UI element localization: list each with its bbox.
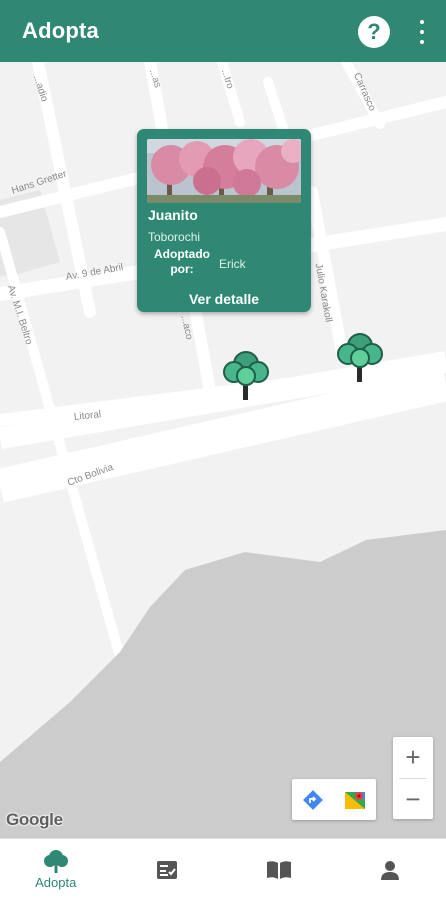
open-in-maps-button[interactable]	[334, 779, 376, 820]
help-button[interactable]: ?	[358, 16, 390, 48]
tree-marker-icon	[337, 333, 383, 382]
checklist-icon	[157, 860, 178, 879]
more-vert-icon	[420, 20, 424, 24]
tree-species: Toborochi	[148, 230, 201, 244]
tree-icon	[43, 850, 68, 873]
tree-info-card[interactable]: Juanito Toborochi Adoptado por: Erick Ve…	[137, 129, 311, 312]
directions-icon	[303, 789, 323, 810]
tree-name: Juanito	[148, 207, 198, 223]
adopted-by-value: Erick	[219, 257, 246, 271]
tree-photo	[147, 139, 301, 203]
app-root: Adopta ? ...adio ...as ...tro Carrasco H…	[0, 0, 446, 900]
app-title: Adopta	[22, 18, 99, 43]
help-icon: ?	[367, 19, 381, 44]
map-view[interactable]: ...adio ...as ...tro Carrasco Hans Grett…	[0, 62, 446, 838]
zoom-controls: + −	[393, 737, 433, 819]
book-icon	[266, 860, 291, 879]
nav-item-adopta[interactable]: Adopta	[0, 839, 112, 900]
adopted-by-label: Adoptado por:	[154, 247, 210, 276]
nav-item-profile[interactable]	[335, 839, 446, 900]
person-icon	[381, 860, 400, 880]
zoom-out-button[interactable]: −	[393, 779, 433, 820]
bottom-navigation: Adopta	[0, 838, 446, 900]
nav-item-label: Adopta	[35, 875, 77, 890]
google-attribution: Google	[6, 810, 63, 829]
tree-marker[interactable]	[222, 346, 270, 402]
view-detail-link[interactable]: Ver detalle	[137, 291, 311, 307]
nav-item-guide[interactable]	[223, 839, 335, 900]
pink-flowering-tree-photo-icon	[147, 139, 301, 203]
tree-marker[interactable]	[336, 328, 384, 384]
map-toolbar	[292, 779, 376, 820]
app-bar: Adopta ?	[0, 0, 446, 62]
nav-item-tasks[interactable]	[112, 839, 224, 900]
google-maps-icon	[345, 791, 365, 809]
overflow-menu-button[interactable]	[414, 20, 430, 44]
directions-button[interactable]	[292, 779, 334, 820]
tree-marker-icon	[223, 351, 269, 400]
zoom-in-button[interactable]: +	[393, 737, 433, 778]
